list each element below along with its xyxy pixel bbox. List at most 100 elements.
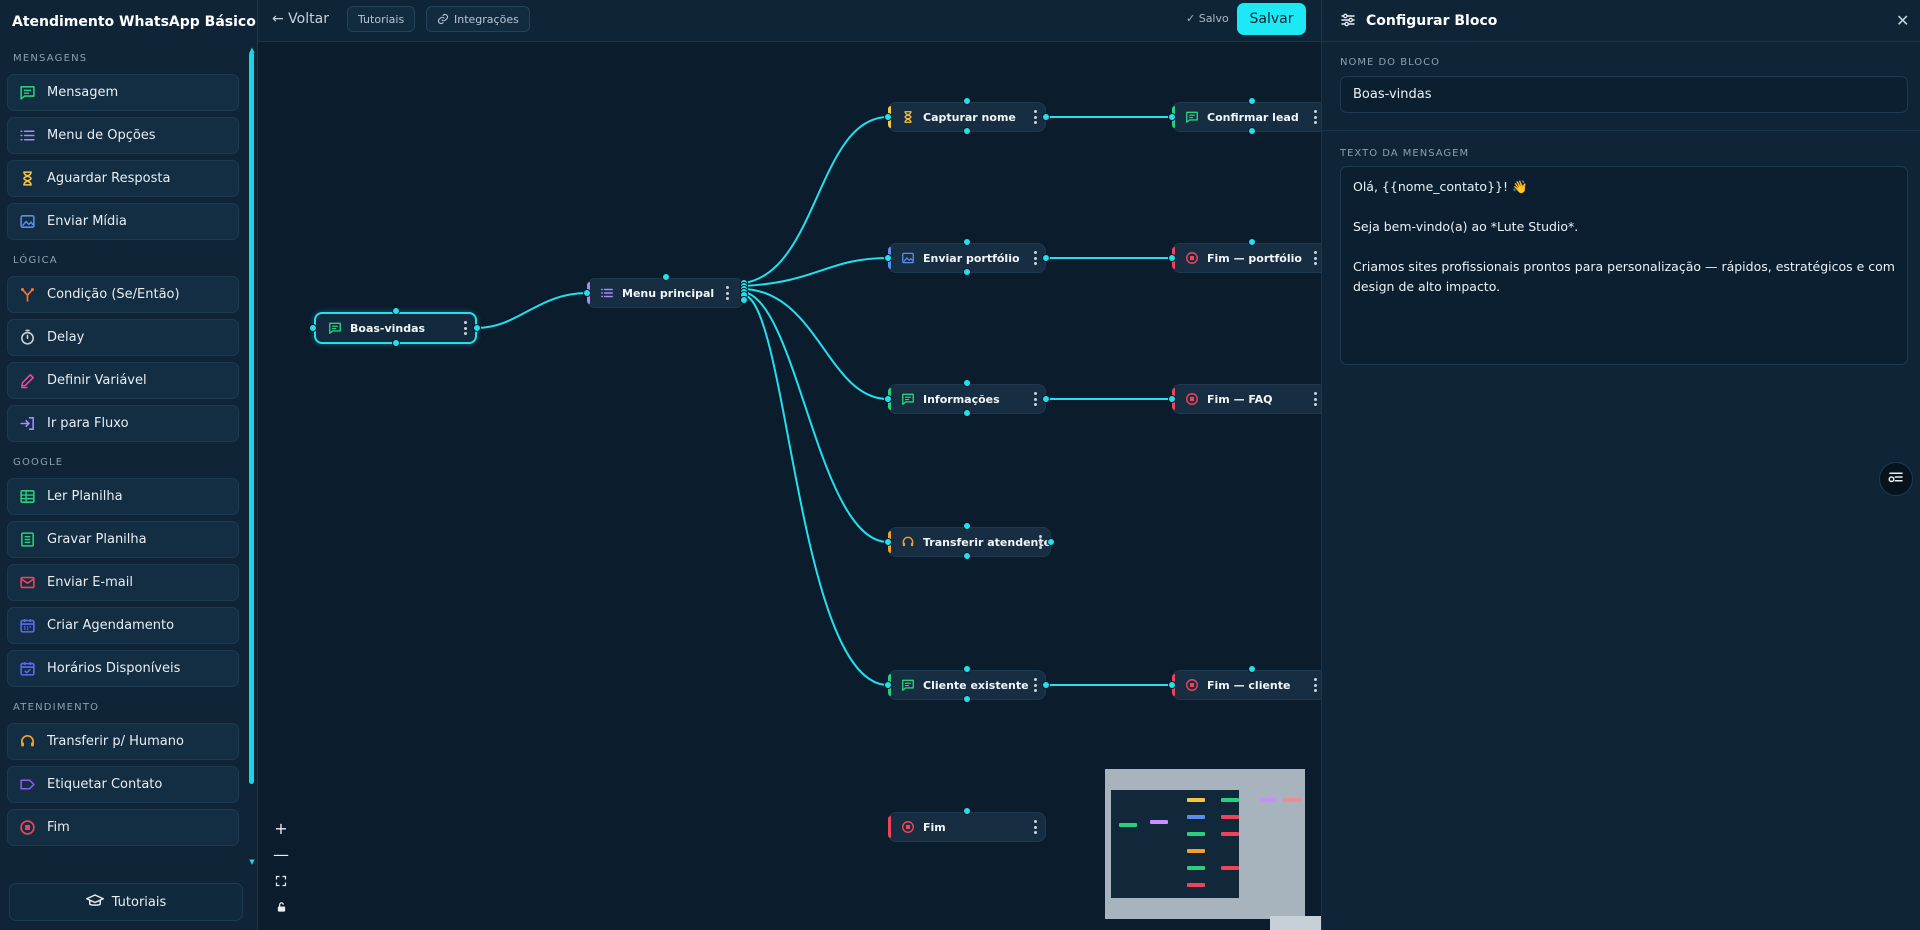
node-handle-in[interactable]: [583, 289, 591, 297]
node-handle-top[interactable]: [1248, 665, 1256, 673]
node-menu-icon[interactable]: [1033, 251, 1037, 265]
edge-boas-menu: [476, 292, 588, 329]
node-handle-top[interactable]: [963, 238, 971, 246]
message-icon: [901, 678, 915, 692]
node-handle-in[interactable]: [884, 395, 892, 403]
sidebar-block-menu-de-opcoes[interactable]: Menu de Opções: [7, 117, 239, 154]
node-handle-bottom[interactable]: [963, 552, 971, 560]
node-handle-bottom[interactable]: [963, 695, 971, 703]
node-handle-in[interactable]: [1168, 681, 1176, 689]
minimap[interactable]: [1105, 769, 1305, 919]
close-icon[interactable]: ✕: [1896, 11, 1909, 30]
scroll-down-arrow[interactable]: ▼: [248, 858, 256, 866]
node-handle-top[interactable]: [963, 665, 971, 673]
node-menu-icon[interactable]: [1033, 392, 1037, 406]
sidebar-block-etiquetar-contato[interactable]: Etiquetar Contato: [7, 766, 239, 803]
node-handle-bottom[interactable]: [392, 339, 400, 347]
node-menu-icon[interactable]: [1033, 820, 1037, 834]
node-handle-out[interactable]: [1042, 395, 1050, 403]
node-handle-in[interactable]: [1168, 113, 1176, 121]
flow-node-fim-portfolio[interactable]: Fim — portfólio: [1172, 243, 1321, 273]
save-button[interactable]: Salvar: [1237, 3, 1306, 35]
flow-node-confirmar-lead[interactable]: Confirmar lead: [1172, 102, 1321, 132]
node-handle-out[interactable]: [1042, 681, 1050, 689]
sidebar-block-label: Ler Planilha: [47, 489, 123, 504]
node-handle-in[interactable]: [1168, 254, 1176, 262]
node-handle-bottom[interactable]: [1248, 127, 1256, 135]
node-handle-top[interactable]: [963, 522, 971, 530]
node-menu-icon[interactable]: [1033, 678, 1037, 692]
node-handle-bottom[interactable]: [963, 409, 971, 417]
node-menu-icon[interactable]: [1313, 110, 1317, 124]
node-label: Boas-vindas: [350, 321, 426, 335]
node-menu-icon[interactable]: [463, 321, 467, 335]
flow-node-fim-faq[interactable]: Fim — FAQ: [1172, 384, 1321, 414]
minimap-node: [1259, 798, 1277, 802]
sidebar-block-horarios-disponiveis[interactable]: Horários Disponíveis: [7, 650, 239, 687]
node-menu-icon[interactable]: [1313, 392, 1317, 406]
timer-icon: [19, 329, 36, 346]
node-handle-top[interactable]: [1248, 238, 1256, 246]
sidebar-scrollbar[interactable]: [249, 52, 254, 784]
sidebar-block-gravar-planilha[interactable]: Gravar Planilha: [7, 521, 239, 558]
sidebar-block-ir-para-fluxo[interactable]: Ir para Fluxo: [7, 405, 239, 442]
flow-canvas[interactable]: Boas-vindas Menu principal Capturar nome…: [258, 42, 1321, 930]
sidebar-block-enviar-midia[interactable]: Enviar Mídia: [7, 203, 239, 240]
node-handle-top[interactable]: [662, 273, 670, 281]
flow-node-fim[interactable]: Fim: [888, 812, 1046, 842]
fit-view-button[interactable]: [270, 870, 292, 892]
flow-node-fim-cliente[interactable]: Fim — cliente: [1172, 670, 1321, 700]
message-text-area[interactable]: Olá, {{nome_contato}}! 👋 Seja bem-vindo(…: [1340, 166, 1908, 365]
sidebar-block-enviar-e-mail[interactable]: Enviar E-mail: [7, 564, 239, 601]
sidebar-block-mensagem[interactable]: Mensagem: [7, 74, 239, 111]
sidebar-block-ler-planilha[interactable]: Ler Planilha: [7, 478, 239, 515]
option-handle-6[interactable]: [740, 296, 748, 304]
block-name-input[interactable]: [1340, 76, 1908, 113]
node-handle-top[interactable]: [963, 97, 971, 105]
sidebar-block-condicao-se-entao[interactable]: Condição (Se/Então): [7, 276, 239, 313]
tutorials-footer-button[interactable]: Tutoriais: [9, 883, 243, 921]
node-handle-in[interactable]: [1168, 395, 1176, 403]
node-handle-in[interactable]: [309, 324, 317, 332]
node-handle-top[interactable]: [963, 807, 971, 815]
node-handle-in[interactable]: [884, 254, 892, 262]
node-handle-in[interactable]: [884, 113, 892, 121]
sidebar-block-criar-agendamento[interactable]: Criar Agendamento: [7, 607, 239, 644]
node-label: Transferir atendente: [923, 535, 1052, 549]
sidebar-block-definir-variavel[interactable]: Definir Variável: [7, 362, 239, 399]
node-handle-bottom[interactable]: [963, 268, 971, 276]
app-title: Atendimento WhatsApp Básico: [12, 14, 256, 30]
tutorials-label: Tutoriais: [358, 12, 405, 26]
sidebar-block-aguardar-resposta[interactable]: Aguardar Resposta: [7, 160, 239, 197]
block-config-panel: Configurar Bloco ✕ NOME DO BLOCO TEXTO D…: [1321, 0, 1920, 930]
node-menu-icon[interactable]: [1038, 535, 1042, 549]
node-handle-in[interactable]: [884, 538, 892, 546]
sidebar-block-fim[interactable]: Fim: [7, 809, 239, 846]
node-handle-out[interactable]: [1042, 113, 1050, 121]
flow-node-menu-principal[interactable]: Menu principal: [587, 278, 744, 308]
node-handle-top[interactable]: [963, 379, 971, 387]
variables-button[interactable]: [1879, 462, 1913, 496]
node-menu-icon[interactable]: [1313, 251, 1317, 265]
tutorials-button[interactable]: Tutoriais: [347, 6, 416, 32]
integrations-button[interactable]: Integrações: [426, 6, 530, 32]
minimap-node: [1119, 823, 1137, 827]
node-handle-in[interactable]: [884, 681, 892, 689]
back-button[interactable]: ← Voltar: [272, 11, 329, 27]
sidebar-block-transferir-p-humano[interactable]: Transferir p/ Humano: [7, 723, 239, 760]
zoom-out-button[interactable]: —: [270, 843, 292, 865]
node-handle-out[interactable]: [1042, 254, 1050, 262]
sidebar-block-delay[interactable]: Delay: [7, 319, 239, 356]
node-handle-bottom[interactable]: [963, 127, 971, 135]
lock-button[interactable]: [270, 896, 292, 918]
node-menu-icon[interactable]: [1033, 110, 1037, 124]
minimap-resize-handle[interactable]: [1270, 916, 1321, 930]
node-menu-icon[interactable]: [1313, 678, 1317, 692]
zoom-in-button[interactable]: +: [270, 817, 292, 839]
fullscreen-icon: [275, 872, 287, 891]
node-handle-top[interactable]: [1248, 97, 1256, 105]
node-menu-icon[interactable]: [725, 286, 729, 300]
node-handle-top[interactable]: [392, 307, 400, 315]
node-handle-out[interactable]: [473, 324, 481, 332]
node-handle-out[interactable]: [1047, 538, 1055, 546]
